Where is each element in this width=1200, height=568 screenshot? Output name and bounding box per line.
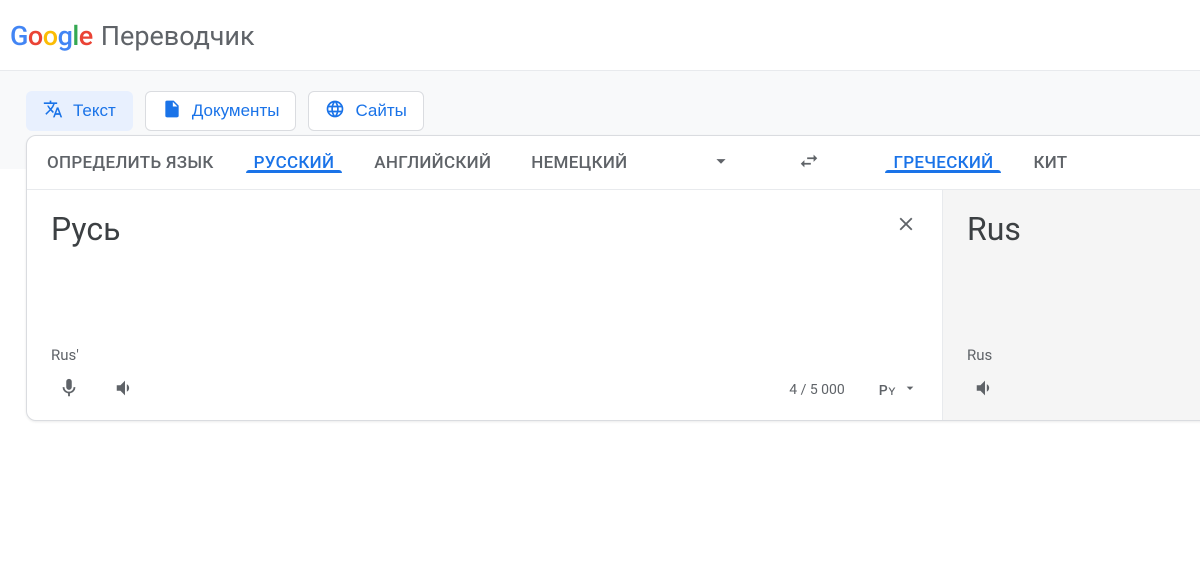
input-method-label: Рʏ	[879, 382, 896, 399]
source-lang-russian-tab[interactable]: РУССКИЙ	[234, 153, 355, 173]
target-lang-chinese-tab[interactable]: КИТ	[1013, 153, 1087, 173]
source-lang-detect-tab[interactable]: ОПРЕДЕЛИТЬ ЯЗЫК	[27, 153, 234, 173]
speaker-icon	[974, 377, 996, 403]
swap-icon	[798, 150, 820, 176]
app-title: Переводчик	[101, 20, 255, 52]
globe-icon	[325, 99, 345, 124]
chevron-down-icon	[710, 150, 732, 176]
target-transliteration: Rus	[967, 346, 1200, 364]
swap-languages-button[interactable]	[785, 136, 833, 189]
source-transliteration: Rus'	[51, 346, 918, 364]
mode-sites-label: Сайты	[355, 101, 406, 121]
translator-card: ОПРЕДЕЛИТЬ ЯЗЫК РУССКИЙ АНГЛИЙСКИЙ НЕМЕЦ…	[26, 135, 1200, 421]
source-text-input[interactable]: Русь	[51, 210, 918, 248]
source-lang-english-tab[interactable]: АНГЛИЙСКИЙ	[354, 153, 511, 173]
target-pane: Rus Rus	[943, 190, 1200, 420]
microphone-icon	[58, 377, 80, 403]
mode-sites-button[interactable]: Сайты	[308, 91, 423, 131]
mode-documents-label: Документы	[192, 101, 280, 121]
source-pane: Русь Rus'	[27, 190, 943, 420]
source-lang-german-tab[interactable]: НЕМЕЦКИЙ	[511, 153, 647, 173]
input-method-picker[interactable]: Рʏ	[879, 380, 918, 400]
app-header: Google Переводчик	[0, 0, 1200, 70]
microphone-button[interactable]	[51, 372, 87, 408]
translate-icon	[43, 99, 63, 124]
mode-text-label: Текст	[73, 101, 116, 121]
google-logo: Google	[10, 20, 93, 52]
mode-documents-button[interactable]: Документы	[145, 91, 297, 131]
dropdown-small-icon	[902, 380, 918, 400]
target-footer	[967, 372, 1200, 408]
language-row: ОПРЕДЕЛИТЬ ЯЗЫК РУССКИЙ АНГЛИЙСКИЙ НЕМЕЦ…	[27, 136, 1200, 190]
translation-panes: Русь Rus'	[27, 190, 1200, 420]
mode-bar: Текст Документы Сайты	[26, 91, 1176, 131]
close-icon	[895, 213, 917, 239]
char-counter: 4 / 5 000	[789, 382, 845, 398]
target-lang-greek-tab[interactable]: ГРЕЧЕСКИЙ	[873, 153, 1013, 173]
source-language-tabs: ОПРЕДЕЛИТЬ ЯЗЫК РУССКИЙ АНГЛИЙСКИЙ НЕМЕЦ…	[27, 153, 647, 173]
listen-target-button[interactable]	[967, 372, 1003, 408]
mode-text-button[interactable]: Текст	[26, 91, 133, 131]
target-text-output: Rus	[967, 210, 1200, 248]
speaker-icon	[114, 377, 136, 403]
document-icon	[162, 99, 182, 124]
target-language-tabs: ГРЕЧЕСКИЙ КИТ	[873, 153, 1087, 173]
source-footer: 4 / 5 000 Рʏ	[51, 372, 918, 408]
clear-source-button[interactable]	[888, 208, 924, 244]
listen-source-button[interactable]	[107, 372, 143, 408]
source-lang-more-button[interactable]	[697, 136, 745, 189]
